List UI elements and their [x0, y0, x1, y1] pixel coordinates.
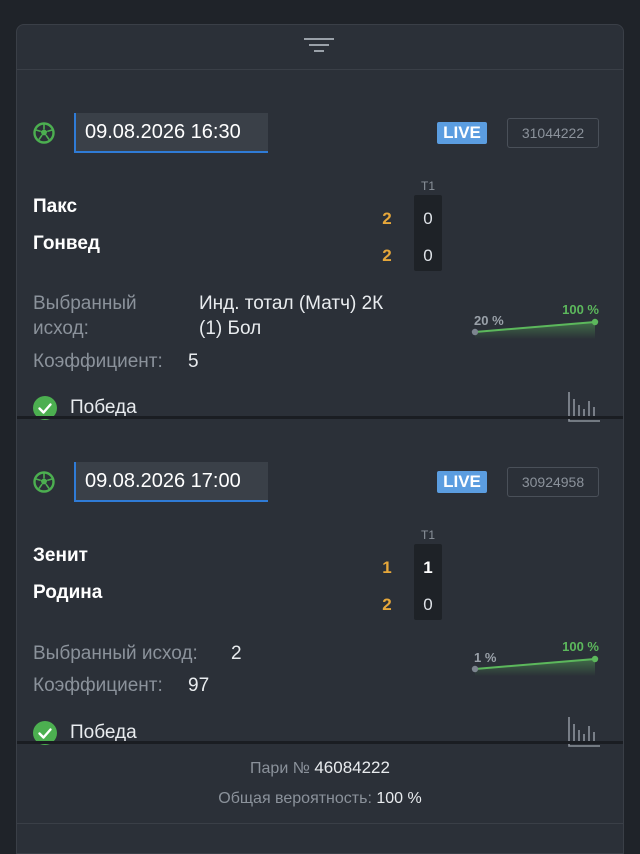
soccer-ball-icon — [33, 122, 55, 144]
team-home: Пакс — [33, 196, 78, 217]
bet-details-panel: 09.08.2026 16:30 LIVE 31044222 Т1 Пакс 2… — [16, 24, 624, 854]
score-away: 2 — [382, 595, 392, 614]
event-id[interactable]: 30924958 — [507, 467, 599, 497]
live-badge: LIVE — [437, 122, 487, 144]
probability-sparkline: 1 % 100 % — [471, 639, 599, 676]
coefficient-label: Коэффициент: — [33, 351, 163, 372]
period-score-home: 0 — [423, 209, 433, 228]
total-probability: Общая вероятность: 100 % — [17, 790, 623, 808]
probability-sparkline: 20 % 100 % — [471, 302, 599, 339]
soccer-ball-icon — [33, 471, 55, 493]
team-home: Зенит — [33, 545, 88, 566]
outcome-label: Выбранный — [33, 293, 137, 314]
outcome-value: 2 — [231, 643, 242, 664]
probability-end: 100 % — [562, 639, 599, 654]
bet-card: 09.08.2026 17:00 LIVE 30924958 Т1 Зенит … — [17, 419, 623, 747]
probability-end: 100 % — [562, 302, 599, 317]
live-badge: LIVE — [437, 471, 487, 493]
team-away: Родина — [33, 582, 103, 603]
total-probability-label: Общая вероятность: — [218, 790, 372, 807]
outcome-value: Инд. тотал (Матч) 2К — [199, 293, 384, 314]
score-home: 2 — [382, 209, 392, 228]
event-id[interactable]: 31044222 — [507, 118, 599, 148]
period-header: Т1 — [420, 528, 435, 542]
coefficient-value: 5 — [188, 351, 199, 372]
period-score-away: 0 — [423, 246, 433, 265]
sheet-handle[interactable] — [17, 25, 623, 70]
footer-divider — [17, 823, 623, 824]
team-away: Гонвед — [33, 233, 100, 254]
total-probability-value: 100 % — [376, 790, 422, 807]
coefficient-label: Коэффициент: — [33, 675, 163, 696]
probability-start: 1 % — [474, 650, 497, 665]
outcome-label: исход: — [33, 318, 89, 339]
period-score-away: 0 — [423, 595, 433, 614]
bet-card: 09.08.2026 16:30 LIVE 31044222 Т1 Пакс 2… — [17, 70, 623, 422]
menu-lines-icon — [304, 38, 334, 52]
period-header: Т1 — [420, 179, 435, 193]
period-score-home: 1 — [423, 558, 433, 577]
bet-summary: Пари № 46084222 Общая вероятность: 100 % — [17, 744, 623, 824]
pari-number: Пари № 46084222 — [17, 758, 623, 778]
score-away: 2 — [382, 246, 392, 265]
score-home: 1 — [382, 558, 392, 577]
pari-label: Пари № — [250, 760, 310, 777]
event-date: 09.08.2026 16:30 — [74, 113, 268, 153]
coefficient-value: 97 — [188, 675, 210, 696]
outcome-label: Выбранный исход: — [33, 643, 198, 664]
event-date: 09.08.2026 17:00 — [74, 462, 268, 502]
pari-value: 46084222 — [314, 758, 390, 777]
outcome-value: (1) Бол — [199, 318, 262, 339]
probability-start: 20 % — [474, 313, 504, 328]
